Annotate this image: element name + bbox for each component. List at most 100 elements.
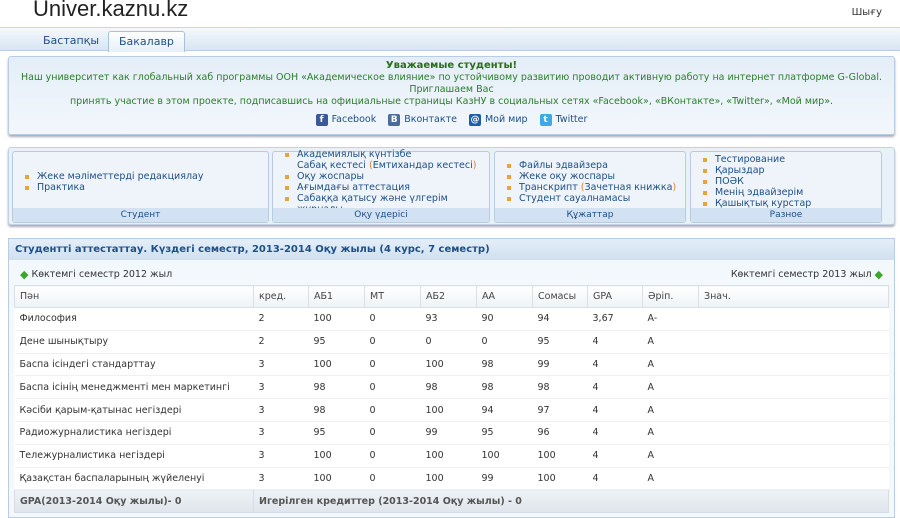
menu-item-label: Жеке мәліметтерді редакциялау [37,170,204,182]
table-cell: 100 [308,444,365,468]
next-semester-link[interactable]: Көктемгі семестр 2013 жыл ◆ [731,268,886,281]
table-cell: Дене шынықтыру [14,330,254,354]
notice-text-1: Наш университет как глобальный хаб прогр… [20,72,883,95]
menu-item-label: Ағымдағы аттестация [297,181,410,193]
menu-item[interactable]: Жеке мәліметтерді редакциялау [25,171,268,182]
table-cell: 3 [253,375,309,400]
table-cell: Радиожурналистика негіздері [14,421,254,445]
prev-semester-link[interactable]: ◆ Көктемгі семестр 2012 жыл [17,268,172,281]
table-cell: 4 [587,375,643,400]
table-cell: 0 [420,330,477,354]
table-cell: A [642,421,699,445]
column-header[interactable]: МТ [364,285,421,308]
table-cell: A [642,444,699,468]
column-header[interactable]: Әріп. [642,285,699,308]
social-links: f Facebook B Вконтакте @ Мой мир t Twitter [9,108,894,126]
table-cell: 4 [587,421,643,445]
menu-item[interactable]: Студент сауалнамасы [507,193,685,204]
table-row: Тележурналистика негіздері 3 100 0 100 100 100… [14,444,889,468]
menu-item[interactable]: Практика [25,182,268,193]
moimir-icon: @ [468,114,481,126]
menu-item[interactable]: Ағымдағы аттестация [285,182,489,193]
menu-item[interactable]: Қарыздар [703,165,881,176]
table-cell: 94 [532,307,588,331]
table-cell: A [642,467,699,491]
table-cell: 3 [253,467,309,491]
table-row: Қазақстан баспаларының жүйеленуі 3 100 0 100… [14,467,889,491]
column-header[interactable]: АБ2 [420,285,477,308]
menu-box-title: Студент [13,208,268,222]
table-cell: 0 [364,398,421,422]
social-link-facebook[interactable]: f Facebook [315,114,377,126]
logout-link[interactable]: Шығу [852,7,882,18]
menu-item[interactable]: Транскрипт (Зачетная книжка) [507,182,685,193]
table-cell: 0 [364,330,421,354]
menu-item[interactable]: Академиялық күнтізбе [285,149,489,160]
social-label: Facebook [331,114,377,125]
table-cell: 98 [532,375,588,400]
menu-item-label: ПОӘК [715,176,744,187]
table-cell: Кәсіби қарым-қатынас негіздері [14,398,254,422]
menu-item[interactable]: Жеке оқу жоспары [507,171,685,182]
table-cell: 3,67 [587,307,643,331]
tab-bachelor[interactable]: Бакалавр [108,31,185,52]
menu-item[interactable]: ПОӘК [703,176,881,187]
arrow-left-icon: ◆ [20,268,29,281]
footer-gpa: GPA(2013-2014 Оқу жылы)- 0 [14,489,254,514]
menu-item-label: Қарыздар [715,165,765,176]
next-semester-label: Көктемгі семестр 2013 жыл [730,269,872,280]
table-row: Философия 2 100 0 93 90 94 3,67 A- [14,307,889,331]
menu-box-title: Разное [691,208,881,222]
table-cell [698,421,889,445]
table-cell: 0 [364,353,421,377]
table-cell: 4 [587,444,643,468]
column-header[interactable]: АБ1 [308,285,365,308]
column-header[interactable]: кред. [253,285,309,308]
column-header[interactable]: Сомасы [532,285,588,308]
table-cell: 100 [420,444,477,468]
social-link-вконтакте[interactable]: B Вконтакте [388,114,457,126]
column-header[interactable]: Пән [14,285,254,308]
table-cell: A [642,375,699,400]
tab-home[interactable]: Бастапқы [33,31,109,52]
table-cell: 0 [364,307,421,331]
table-cell: 100 [308,307,365,331]
table-cell [698,307,889,331]
site-logo[interactable]: Univer.kaznu.kz [33,0,188,22]
menu-item-label: Практика [37,181,86,193]
column-header[interactable]: Знач. [698,285,889,308]
menu-item[interactable]: Менің эдвайзерім [703,187,881,198]
notice-text-2: принять участие в этом проекте, подписав… [69,96,834,107]
table-cell: 100 [476,444,533,468]
column-header[interactable]: АА [476,285,533,308]
menu-item[interactable]: Тестирование [703,154,881,165]
social-link-мой-мир[interactable]: @ Мой мир [468,114,528,126]
table-cell: 2 [253,307,309,331]
table-cell: Қазақстан баспаларының жүйеленуі [14,467,254,491]
menu-item[interactable]: Сабақ кестесі (Емтихандар кестесі) [285,160,489,171]
menu-list: Файлы эдвайзера Жеке оқу жоспары Транскрип… [495,152,685,209]
vkontakte-icon: B [388,114,401,126]
table-cell: A [642,330,699,354]
table-cell: A [642,398,699,422]
twitter-icon: t [539,114,552,126]
table-cell: 90 [476,307,533,331]
table-cell: Баспа ісінің менеджменті мен маркетингі [14,375,254,400]
attestation-section: Студентті аттестаттау. Күздегі семестр, … [8,238,895,518]
table-cell [698,353,889,377]
column-header[interactable]: GPA [587,285,643,308]
menu-item-extra-link[interactable]: (Зачетная книжка) [578,182,676,193]
table-cell: 97 [532,398,588,422]
menu-item[interactable]: Оқу жоспары [285,171,489,182]
menu-item-label: Академиялық күнтізбе [297,148,412,160]
table-cell [698,330,889,354]
table-cell: 96 [532,421,588,445]
menu-item-extra-link[interactable]: (Емтихандар кестесі) [366,160,476,171]
table-cell: 3 [253,421,309,445]
table-cell: 98 [308,398,365,422]
social-label: Вконтакте [404,114,457,125]
menu-box-4: Тестирование Қарыздар ПОӘК Менің эдвайзерім… [690,151,882,223]
social-link-twitter[interactable]: t Twitter [539,114,587,126]
menu-item[interactable]: Файлы эдвайзера [507,160,685,171]
menu-item-label: Студент сауалнамасы [519,192,631,204]
